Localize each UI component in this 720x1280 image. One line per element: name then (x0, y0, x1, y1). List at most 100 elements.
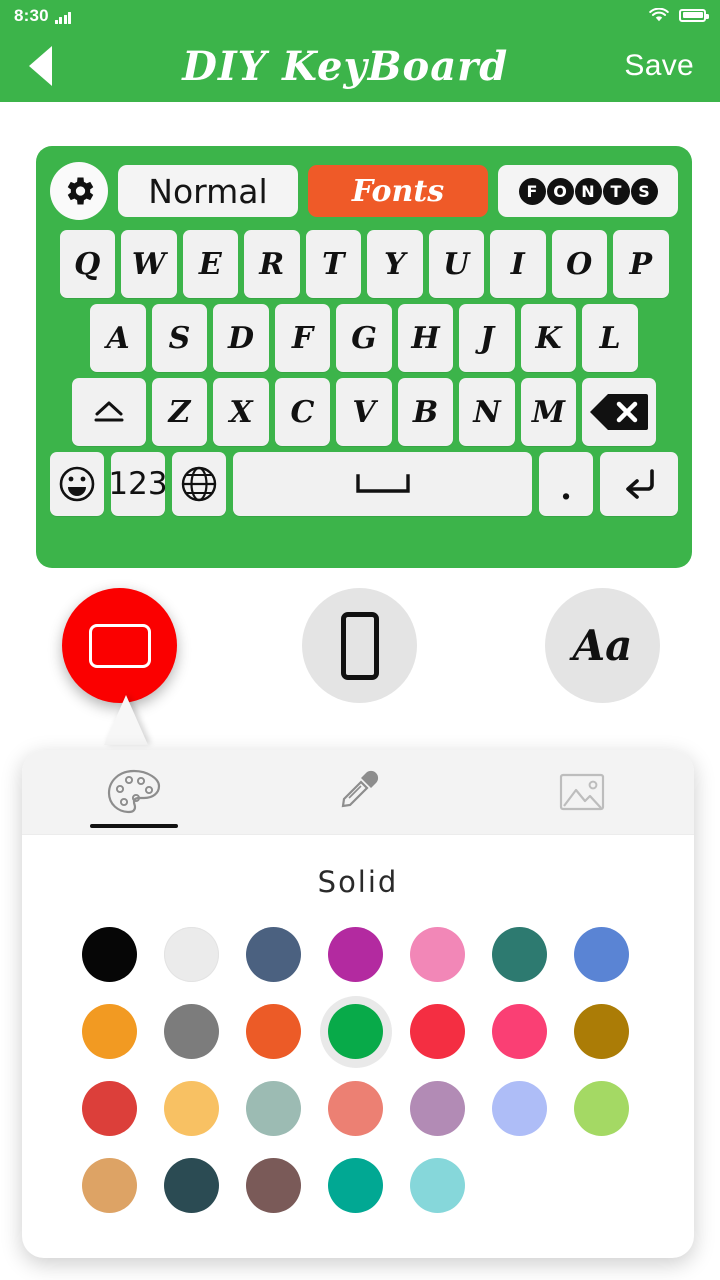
color-swatch-cell[interactable] (410, 1081, 465, 1136)
color-swatch-cell[interactable] (328, 1158, 383, 1213)
eyedropper-icon (341, 770, 379, 808)
color-swatch (246, 1081, 301, 1136)
tab-normal[interactable]: Normal (118, 165, 298, 217)
color-swatch-cell[interactable] (410, 927, 465, 982)
color-swatch-cell[interactable] (492, 1004, 547, 1059)
color-swatch-cell[interactable] (164, 1004, 219, 1059)
tab-fonts[interactable]: Fonts (308, 165, 488, 217)
key-h[interactable]: H (397, 304, 454, 372)
color-swatch-cell[interactable] (574, 1081, 629, 1136)
color-swatch (492, 927, 547, 982)
color-swatch-cell[interactable] (246, 1081, 301, 1136)
key-c[interactable]: C (274, 378, 331, 446)
option-key-button[interactable] (302, 588, 417, 703)
color-swatch-cell[interactable] (246, 927, 301, 982)
tab-eyedropper[interactable] (246, 750, 470, 835)
color-swatch-cell[interactable] (492, 927, 547, 982)
color-swatch-cell[interactable] (164, 1158, 219, 1213)
color-swatch-cell[interactable] (82, 1158, 137, 1213)
tab-fonts-label: Fonts (351, 173, 445, 209)
color-swatch (328, 927, 383, 982)
key-q[interactable]: Q (59, 230, 115, 298)
globe-key[interactable] (172, 452, 226, 516)
key-k[interactable]: K (520, 304, 577, 372)
color-panel-tabs (22, 750, 694, 835)
key-j[interactable]: J (459, 304, 515, 372)
keyboard-row-1: Q W E R T Y U I O P (50, 230, 678, 298)
tab-gallery[interactable] (470, 750, 694, 835)
status-clock: 8:30 (14, 5, 49, 25)
color-swatch-cell[interactable] (82, 1004, 137, 1059)
color-swatch-cell[interactable] (492, 1081, 547, 1136)
option-font-button[interactable]: Aa (545, 588, 660, 703)
key-i[interactable]: I (490, 230, 546, 298)
bubble-letter: O (546, 177, 574, 205)
color-swatch (410, 1004, 465, 1059)
keyboard-background-icon (88, 623, 151, 668)
option-background-button[interactable] (62, 588, 177, 703)
shift-key[interactable] (71, 378, 146, 446)
key-x[interactable]: X (213, 378, 269, 446)
key-t[interactable]: T (305, 230, 361, 298)
key-y[interactable]: Y (367, 230, 423, 298)
save-button[interactable]: Save (624, 49, 694, 83)
color-panel-title: Solid (317, 865, 399, 899)
key-n[interactable]: N (459, 378, 515, 446)
battery-icon (679, 8, 709, 22)
key-u[interactable]: U (428, 230, 484, 298)
key-e[interactable]: E (182, 230, 238, 298)
color-swatch-row (82, 927, 634, 982)
emoji-key[interactable] (50, 452, 104, 516)
color-swatch (164, 927, 219, 982)
shift-up-icon (94, 401, 124, 422)
color-swatch-cell[interactable] (246, 1004, 301, 1059)
key-d[interactable]: D (213, 304, 269, 372)
tab-bubble-fonts[interactable]: F O N T S (498, 165, 678, 217)
color-swatch (492, 1004, 547, 1059)
key-r[interactable]: R (244, 230, 300, 298)
color-swatch-cell[interactable] (328, 1081, 383, 1136)
tab-palette[interactable] (22, 750, 246, 835)
backspace-key[interactable] (582, 378, 657, 446)
color-swatch-cell-selected[interactable] (319, 995, 392, 1068)
enter-return-icon (626, 469, 654, 499)
numbers-key[interactable]: 123 (108, 452, 168, 516)
key-f[interactable]: F (274, 304, 331, 372)
color-swatch-cell[interactable] (410, 1004, 465, 1059)
font-aa-icon: Aa (572, 621, 633, 670)
color-swatch-cell[interactable] (246, 1158, 301, 1213)
color-swatch-cell[interactable] (410, 1158, 465, 1213)
key-l[interactable]: L (582, 304, 638, 372)
gear-icon (67, 177, 94, 205)
status-bar-left: 8:30 (14, 5, 72, 25)
color-swatch (164, 1004, 219, 1059)
color-swatch-grid (22, 927, 694, 1213)
space-key[interactable] (233, 452, 532, 516)
color-swatch-cell[interactable] (574, 927, 629, 982)
key-z[interactable]: Z (151, 378, 208, 446)
keyboard-preview: Normal Fonts F O N T S Q W E R T Y U I O… (36, 146, 692, 568)
key-o[interactable]: O (551, 230, 607, 298)
color-swatch-cell[interactable] (574, 1004, 629, 1059)
key-b[interactable]: B (397, 378, 454, 446)
key-m[interactable]: M (520, 378, 577, 446)
color-swatch (574, 1004, 629, 1059)
status-bar-right (649, 7, 709, 22)
color-swatch-cell[interactable] (82, 1081, 137, 1136)
keyboard-settings-button[interactable] (50, 162, 108, 220)
key-w[interactable]: W (121, 230, 177, 298)
key-p[interactable]: P (613, 230, 669, 298)
color-picker-panel: Solid (22, 750, 694, 1258)
keyboard-row-4: 123 . (50, 452, 678, 516)
color-swatch-cell[interactable] (328, 927, 383, 982)
back-button[interactable] (26, 43, 66, 89)
period-key[interactable]: . (539, 452, 593, 516)
enter-key[interactable] (600, 452, 678, 516)
color-swatch-cell[interactable] (164, 1081, 219, 1136)
key-g[interactable]: G (336, 304, 392, 372)
key-v[interactable]: V (336, 378, 392, 446)
color-swatch-cell[interactable] (82, 927, 137, 982)
color-swatch-cell[interactable] (164, 927, 219, 982)
key-a[interactable]: A (90, 304, 146, 372)
key-s[interactable]: S (151, 304, 208, 372)
